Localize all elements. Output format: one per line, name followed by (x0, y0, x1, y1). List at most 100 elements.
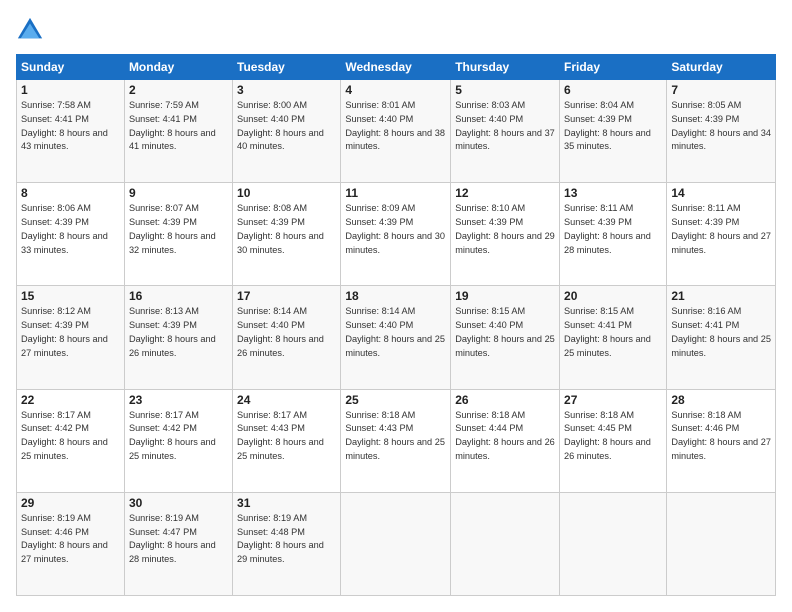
calendar-cell (667, 492, 776, 595)
day-info: Sunrise: 8:16 AMSunset: 4:41 PMDaylight:… (671, 305, 771, 360)
day-number: 21 (671, 289, 771, 303)
day-number: 11 (345, 186, 446, 200)
day-info: Sunrise: 8:03 AMSunset: 4:40 PMDaylight:… (455, 99, 555, 154)
day-info: Sunrise: 8:18 AMSunset: 4:43 PMDaylight:… (345, 409, 446, 464)
day-info: Sunrise: 8:17 AMSunset: 4:42 PMDaylight:… (21, 409, 120, 464)
day-number: 6 (564, 83, 662, 97)
day-info: Sunrise: 8:06 AMSunset: 4:39 PMDaylight:… (21, 202, 120, 257)
calendar-cell (451, 492, 560, 595)
day-number: 20 (564, 289, 662, 303)
calendar: SundayMondayTuesdayWednesdayThursdayFrid… (16, 54, 776, 596)
day-info: Sunrise: 8:15 AMSunset: 4:41 PMDaylight:… (564, 305, 662, 360)
weekday-row: SundayMondayTuesdayWednesdayThursdayFrid… (17, 55, 776, 80)
day-number: 7 (671, 83, 771, 97)
calendar-cell: 1 Sunrise: 7:58 AMSunset: 4:41 PMDaylight… (17, 80, 125, 183)
calendar-cell: 20 Sunrise: 8:15 AMSunset: 4:41 PMDayligh… (560, 286, 667, 389)
calendar-cell: 30 Sunrise: 8:19 AMSunset: 4:47 PMDayligh… (124, 492, 232, 595)
day-info: Sunrise: 8:18 AMSunset: 4:46 PMDaylight:… (671, 409, 771, 464)
day-number: 1 (21, 83, 120, 97)
weekday-saturday: Saturday (667, 55, 776, 80)
day-info: Sunrise: 7:58 AMSunset: 4:41 PMDaylight:… (21, 99, 120, 154)
week-row-1: 1 Sunrise: 7:58 AMSunset: 4:41 PMDaylight… (17, 80, 776, 183)
day-number: 17 (237, 289, 336, 303)
calendar-cell: 14 Sunrise: 8:11 AMSunset: 4:39 PMDayligh… (667, 183, 776, 286)
calendar-cell: 13 Sunrise: 8:11 AMSunset: 4:39 PMDayligh… (560, 183, 667, 286)
weekday-friday: Friday (560, 55, 667, 80)
calendar-cell: 17Sunrise: 8:14 AMSunset: 4:40 PMDayligh… (233, 286, 341, 389)
day-number: 25 (345, 393, 446, 407)
day-number: 22 (21, 393, 120, 407)
day-info: Sunrise: 8:00 AMSunset: 4:40 PMDaylight:… (237, 99, 336, 154)
calendar-cell: 15 Sunrise: 8:12 AMSunset: 4:39 PMDayligh… (17, 286, 125, 389)
day-info: Sunrise: 8:10 AMSunset: 4:39 PMDaylight:… (455, 202, 555, 257)
day-info: Sunrise: 8:11 AMSunset: 4:39 PMDaylight:… (564, 202, 662, 257)
calendar-cell: 3 Sunrise: 8:00 AMSunset: 4:40 PMDaylight… (233, 80, 341, 183)
day-info: Sunrise: 8:01 AMSunset: 4:40 PMDaylight:… (345, 99, 446, 154)
calendar-cell: 19 Sunrise: 8:15 AMSunset: 4:40 PMDayligh… (451, 286, 560, 389)
calendar-cell: 9 Sunrise: 8:07 AMSunset: 4:39 PMDaylight… (124, 183, 232, 286)
calendar-cell: 28 Sunrise: 8:18 AMSunset: 4:46 PMDayligh… (667, 389, 776, 492)
day-number: 26 (455, 393, 555, 407)
calendar-cell: 7 Sunrise: 8:05 AMSunset: 4:39 PMDaylight… (667, 80, 776, 183)
calendar-cell: 11 Sunrise: 8:09 AMSunset: 4:39 PMDayligh… (341, 183, 451, 286)
calendar-cell: 2Sunrise: 7:59 AMSunset: 4:41 PMDaylight… (124, 80, 232, 183)
logo (16, 16, 48, 44)
calendar-cell: 25 Sunrise: 8:18 AMSunset: 4:43 PMDayligh… (341, 389, 451, 492)
day-number: 15 (21, 289, 120, 303)
calendar-cell: 21 Sunrise: 8:16 AMSunset: 4:41 PMDayligh… (667, 286, 776, 389)
week-row-4: 22 Sunrise: 8:17 AMSunset: 4:42 PMDayligh… (17, 389, 776, 492)
day-info: Sunrise: 8:05 AMSunset: 4:39 PMDaylight:… (671, 99, 771, 154)
day-number: 23 (129, 393, 228, 407)
day-info: Sunrise: 8:09 AMSunset: 4:39 PMDaylight:… (345, 202, 446, 257)
day-number: 8 (21, 186, 120, 200)
calendar-cell: 24Sunrise: 8:17 AMSunset: 4:43 PMDayligh… (233, 389, 341, 492)
day-number: 9 (129, 186, 228, 200)
day-info: Sunrise: 8:19 AMSunset: 4:48 PMDaylight:… (237, 512, 336, 567)
calendar-cell: 31 Sunrise: 8:19 AMSunset: 4:48 PMDayligh… (233, 492, 341, 595)
calendar-cell: 16Sunrise: 8:13 AMSunset: 4:39 PMDayligh… (124, 286, 232, 389)
calendar-cell (560, 492, 667, 595)
day-info: Sunrise: 8:04 AMSunset: 4:39 PMDaylight:… (564, 99, 662, 154)
day-number: 29 (21, 496, 120, 510)
day-info: Sunrise: 8:07 AMSunset: 4:39 PMDaylight:… (129, 202, 228, 257)
day-number: 13 (564, 186, 662, 200)
day-number: 24 (237, 393, 336, 407)
day-info: Sunrise: 8:19 AMSunset: 4:46 PMDaylight:… (21, 512, 120, 567)
day-number: 28 (671, 393, 771, 407)
day-info: Sunrise: 8:08 AMSunset: 4:39 PMDaylight:… (237, 202, 336, 257)
week-row-5: 29 Sunrise: 8:19 AMSunset: 4:46 PMDayligh… (17, 492, 776, 595)
calendar-cell (341, 492, 451, 595)
week-row-2: 8 Sunrise: 8:06 AMSunset: 4:39 PMDaylight… (17, 183, 776, 286)
day-number: 2 (129, 83, 228, 97)
day-number: 19 (455, 289, 555, 303)
day-info: Sunrise: 8:11 AMSunset: 4:39 PMDaylight:… (671, 202, 771, 257)
day-info: Sunrise: 8:18 AMSunset: 4:45 PMDaylight:… (564, 409, 662, 464)
day-info: Sunrise: 8:13 AMSunset: 4:39 PMDaylight:… (129, 305, 228, 360)
weekday-tuesday: Tuesday (233, 55, 341, 80)
calendar-cell: 4 Sunrise: 8:01 AMSunset: 4:40 PMDaylight… (341, 80, 451, 183)
calendar-body: 1 Sunrise: 7:58 AMSunset: 4:41 PMDaylight… (17, 80, 776, 596)
week-row-3: 15 Sunrise: 8:12 AMSunset: 4:39 PMDayligh… (17, 286, 776, 389)
calendar-cell: 8 Sunrise: 8:06 AMSunset: 4:39 PMDaylight… (17, 183, 125, 286)
day-number: 14 (671, 186, 771, 200)
day-info: Sunrise: 8:15 AMSunset: 4:40 PMDaylight:… (455, 305, 555, 360)
calendar-cell: 22 Sunrise: 8:17 AMSunset: 4:42 PMDayligh… (17, 389, 125, 492)
calendar-cell: 18Sunrise: 8:14 AMSunset: 4:40 PMDayligh… (341, 286, 451, 389)
day-info: Sunrise: 8:14 AMSunset: 4:40 PMDaylight:… (345, 305, 446, 360)
calendar-cell: 6 Sunrise: 8:04 AMSunset: 4:39 PMDaylight… (560, 80, 667, 183)
day-number: 3 (237, 83, 336, 97)
page: SundayMondayTuesdayWednesdayThursdayFrid… (0, 0, 792, 612)
day-info: Sunrise: 8:12 AMSunset: 4:39 PMDaylight:… (21, 305, 120, 360)
calendar-header: SundayMondayTuesdayWednesdayThursdayFrid… (17, 55, 776, 80)
calendar-cell: 29 Sunrise: 8:19 AMSunset: 4:46 PMDayligh… (17, 492, 125, 595)
day-number: 27 (564, 393, 662, 407)
calendar-cell: 27 Sunrise: 8:18 AMSunset: 4:45 PMDayligh… (560, 389, 667, 492)
day-number: 30 (129, 496, 228, 510)
weekday-monday: Monday (124, 55, 232, 80)
day-number: 4 (345, 83, 446, 97)
calendar-cell: 23Sunrise: 8:17 AMSunset: 4:42 PMDayligh… (124, 389, 232, 492)
day-number: 31 (237, 496, 336, 510)
day-number: 12 (455, 186, 555, 200)
day-number: 10 (237, 186, 336, 200)
day-info: Sunrise: 8:19 AMSunset: 4:47 PMDaylight:… (129, 512, 228, 567)
